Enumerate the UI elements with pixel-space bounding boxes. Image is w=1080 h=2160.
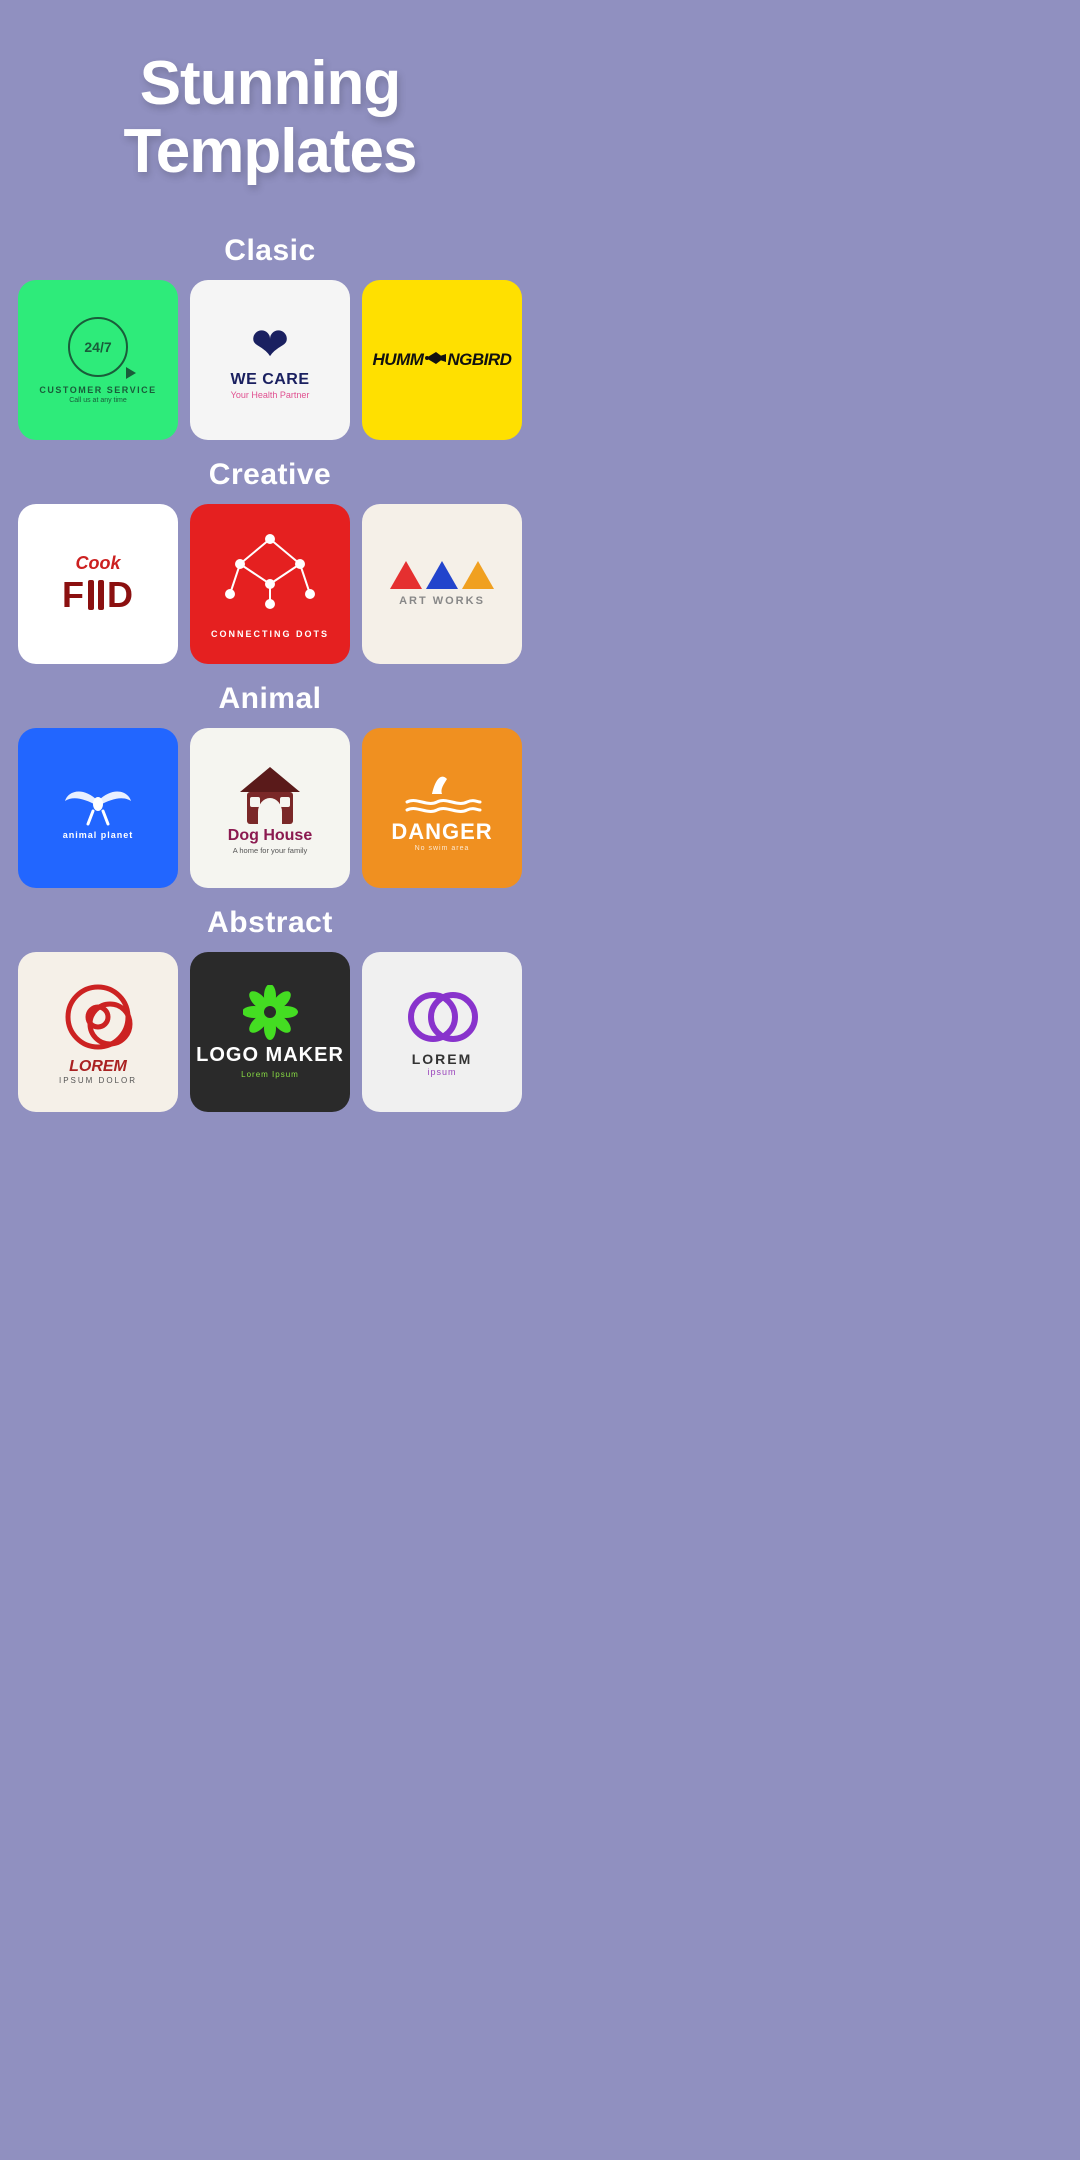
section-label-clasic: Clasic [20,234,520,268]
section-label-creative: Creative [20,458,520,492]
customer-service-title: CUSTOMER SERVICE [39,385,156,395]
art-works-icons [390,561,494,589]
triangle-yellow-icon [462,561,494,589]
logo-maker-subtitle: Lorem Ipsum [241,1070,299,1079]
customer-service-subtitle: Call us at any time [69,397,127,404]
danger-title: DANGER [391,819,492,845]
dog-house-icon [235,762,305,827]
card-logo-maker[interactable]: LOGO MAKER Lorem Ipsum [190,952,350,1112]
dog-house-title: Dog House [228,827,312,845]
connecting-dots-label: CONNECTING DOTS [211,629,329,639]
triangle-red-icon [390,561,422,589]
shark-icon [402,764,482,819]
art-works-label: ART WORKS [399,595,485,607]
cook-text: Cook [76,553,121,574]
clock-text: 24/7 [84,340,111,354]
hummingbird-text: HUMM NGBIRD [373,348,512,373]
lorem-spiral-sublabel: IPSUM DOLOR [59,1076,137,1085]
dog-house-subtitle: A home for your family [233,846,308,855]
hummingbird-bird-icon [424,348,446,373]
logo-maker-title: LOGO MAKER [196,1044,344,1066]
lorem-rings-label: LOREM [412,1051,473,1067]
fork-icon-1 [88,580,94,610]
card-danger[interactable]: DANGER No swim area [362,728,522,888]
leaf-star-icon [243,985,298,1040]
spiral-icon [58,979,138,1054]
triangle-blue-icon [426,561,458,589]
card-dog-house[interactable]: Dog House A home for your family [190,728,350,888]
food-letter-f: F [62,574,85,616]
card-art-works[interactable]: ART WORKS [362,504,522,664]
card-connecting-dots[interactable]: CONNECTING DOTS [190,504,350,664]
card-customer-service[interactable]: 24/7 CUSTOMER SERVICE Call us at any tim… [18,280,178,440]
animal-row: animal planet Dog House A home for your … [20,728,520,888]
heart-icon: ❤ [251,321,290,367]
food-text: F D [62,574,134,616]
animal-planet-label: animal planet [63,830,134,840]
humm-text: HUMM [373,350,424,370]
dots-network-icon [220,529,320,619]
creative-row: Cook F D CONNECTING DOTS [20,504,520,664]
card-cook-food[interactable]: Cook F D [18,504,178,664]
page-title: Stunning Templates [20,20,520,216]
wecare-title: WE CARE [230,371,309,389]
bird-flying-icon [63,776,133,826]
card-we-care[interactable]: ❤ WE CARE Your Health Partner [190,280,350,440]
ngbird-text: NGBIRD [447,350,511,370]
wecare-subtitle: Your Health Partner [231,390,310,400]
fork-icon-2 [98,580,104,610]
lorem-spiral-label: LOREM [69,1058,127,1076]
lorem-rings-sublabel: ipsum [427,1067,456,1077]
clasic-row: 24/7 CUSTOMER SERVICE Call us at any tim… [20,280,520,440]
section-label-animal: Animal [20,682,520,716]
danger-subtitle: No swim area [415,845,470,852]
card-lorem-spiral[interactable]: LOREM IPSUM DOLOR [18,952,178,1112]
abstract-row: LOREM IPSUM DOLOR LOGO MAKER Lorem Ipsum [20,952,520,1112]
card-animal-planet[interactable]: animal planet [18,728,178,888]
rings-icon [405,987,480,1047]
food-letter-d: D [107,574,134,616]
24-7-icon: 24/7 [68,317,128,377]
card-hummingbird[interactable]: HUMM NGBIRD [362,280,522,440]
card-lorem-rings[interactable]: LOREM ipsum [362,952,522,1112]
section-label-abstract: Abstract [20,906,520,940]
